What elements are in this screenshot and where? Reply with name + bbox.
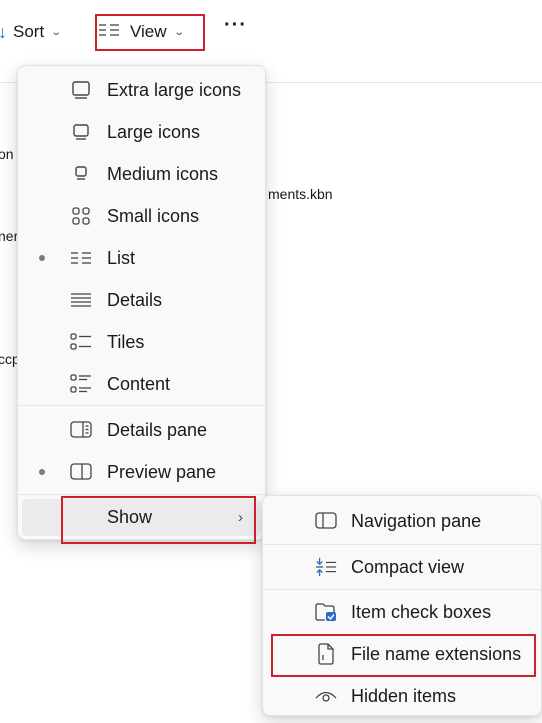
sort-arrow-icon: ↓ (0, 21, 7, 42)
show-submenu: Navigation pane Compact view Item check … (262, 495, 542, 716)
menu-item-label: Large icons (107, 121, 201, 142)
menu-item-details-pane[interactable]: Details pane (18, 411, 265, 449)
monitor-medium-icon (70, 163, 92, 185)
preview-pane-icon (70, 461, 92, 483)
list-icon (70, 247, 92, 269)
chevron-down-icon: ⌄ (50, 26, 63, 38)
view-list-icon (98, 22, 120, 42)
menu-item-label: Compact view (351, 556, 465, 577)
menu-item-compact-view[interactable]: Compact view (263, 548, 541, 586)
menu-item-show[interactable]: Show › (22, 499, 261, 536)
menu-item-extra-large-icons[interactable]: Extra large icons (18, 71, 265, 109)
menu-item-label: Tiles (107, 331, 145, 352)
menu-item-item-check-boxes[interactable]: Item check boxes (263, 593, 541, 631)
file-item[interactable]: ments.kbn (268, 186, 333, 202)
menu-item-label: Extra large icons (107, 79, 242, 100)
menu-item-label: Content (107, 373, 171, 394)
menu-item-tiles[interactable]: Tiles (18, 323, 265, 361)
view-menu: Extra large icons Large icons Medium ico… (17, 65, 266, 540)
selected-bullet-icon (39, 469, 45, 475)
menu-separator (263, 589, 541, 590)
menu-item-medium-icons[interactable]: Medium icons (18, 155, 265, 193)
tiles-icon (70, 331, 92, 353)
view-label: View (130, 22, 167, 41)
menu-item-large-icons[interactable]: Large icons (18, 113, 265, 151)
menu-item-label: Small icons (107, 205, 200, 226)
eye-icon (315, 685, 337, 707)
explorer-window: ↓ Sort ⌄ View ⌄ ··· on ments.kbn ner ccp (0, 0, 542, 723)
menu-item-label: Navigation pane (351, 510, 482, 531)
chevron-down-icon: ⌄ (172, 26, 185, 38)
check-boxes-icon (315, 601, 337, 623)
file-extension-icon (315, 643, 337, 665)
menu-item-label: Details (107, 289, 163, 310)
monitor-large-icon (70, 121, 92, 143)
menu-separator (18, 405, 265, 406)
menu-item-label: Item check boxes (351, 601, 492, 622)
menu-item-navigation-pane[interactable]: Navigation pane (263, 502, 541, 540)
menu-item-label: File name extensions (351, 643, 522, 664)
menu-item-label: Details pane (107, 419, 208, 440)
menu-item-details[interactable]: Details (18, 281, 265, 319)
menu-item-label: List (107, 247, 136, 268)
menu-item-content[interactable]: Content (18, 365, 265, 403)
more-icon: ··· (224, 14, 247, 36)
view-button[interactable]: View ⌄ (98, 18, 185, 46)
small-icons-grid-icon (70, 205, 92, 227)
details-pane-icon (70, 419, 92, 441)
menu-separator (18, 494, 265, 495)
file-item[interactable]: on (0, 146, 14, 162)
content-icon (70, 373, 92, 395)
monitor-xl-icon (70, 79, 92, 101)
menu-item-label: Hidden items (351, 685, 457, 706)
menu-item-label: Medium icons (107, 163, 219, 184)
menu-separator (263, 544, 541, 545)
file-item[interactable]: ner (0, 228, 18, 244)
menu-item-file-name-extensions[interactable]: File name extensions (263, 635, 541, 673)
menu-item-hidden-items[interactable]: Hidden items (263, 677, 541, 715)
navigation-pane-icon (315, 510, 337, 532)
sort-label: Sort (13, 22, 45, 41)
menu-item-list[interactable]: List (18, 239, 265, 277)
menu-item-label: Show (107, 507, 153, 527)
chevron-right-icon: › (238, 509, 243, 526)
compact-view-icon (315, 556, 337, 578)
menu-item-preview-pane[interactable]: Preview pane (18, 453, 265, 491)
menu-item-small-icons[interactable]: Small icons (18, 197, 265, 235)
sort-button[interactable]: ↓ Sort ⌄ (0, 18, 63, 46)
details-icon (70, 289, 92, 311)
menu-item-label: Preview pane (107, 461, 217, 482)
more-options-button[interactable]: ··· (224, 14, 247, 37)
selected-bullet-icon (39, 255, 45, 261)
